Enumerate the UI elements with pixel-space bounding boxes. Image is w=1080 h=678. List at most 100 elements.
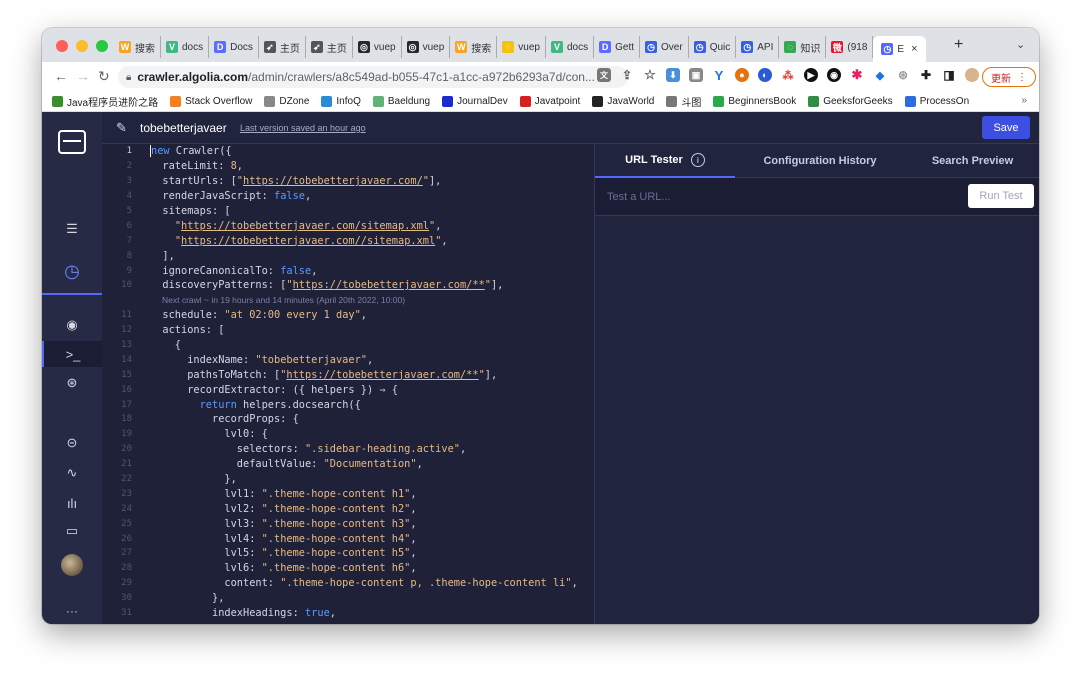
browser-tab[interactable]: 微 (918 bbox=[826, 36, 874, 58]
bookmarks-overflow-icon[interactable]: » bbox=[1021, 95, 1027, 106]
extension-j-icon[interactable]: ⊛ bbox=[896, 68, 910, 82]
active-browser-tab[interactable]: ◷ E × bbox=[873, 36, 926, 62]
browser-tab[interactable]: W 搜索 bbox=[450, 36, 498, 58]
next-crawl-hint-line: Next crawl ~ in 19 hours and 14 minutes … bbox=[102, 293, 594, 308]
extension-d-icon[interactable]: ◐ bbox=[758, 68, 772, 82]
tab-search-button[interactable]: ⌄ bbox=[1016, 38, 1025, 51]
extension-c-icon[interactable]: ● bbox=[735, 68, 749, 82]
eye-icon[interactable]: ◉ bbox=[42, 312, 102, 338]
save-button[interactable]: Save bbox=[982, 116, 1030, 139]
code-line: 8 ], bbox=[126, 249, 175, 262]
browser-tab[interactable]: ⚡ vuep bbox=[497, 36, 546, 58]
browser-tab[interactable]: Vdocs bbox=[161, 36, 210, 58]
bookmark-item[interactable]: Java程序员进阶之路 bbox=[52, 94, 158, 109]
extension-a-icon[interactable]: ⬇ bbox=[666, 68, 680, 82]
extension-g-icon[interactable]: ◉ bbox=[827, 68, 841, 82]
more-icon[interactable]: ··· bbox=[42, 598, 102, 624]
code-line: 3 startUrls: ["https://tobebetterjavaer.… bbox=[126, 175, 442, 188]
address-bar[interactable]: 🔒︎ crawler.algolia.com/admin/crawlers/a8… bbox=[118, 66, 628, 88]
browser-tab-label: Over bbox=[661, 41, 683, 53]
bookmark-label: Javatpoint bbox=[534, 96, 581, 107]
url-host: crawler.algolia.com bbox=[137, 70, 249, 84]
share-icon[interactable]: ⇪ bbox=[620, 68, 634, 82]
browser-window: W 搜索 Vdocs D Docs ➶ 主页 ➶ 主页 ◎ vuep ◎ vuep W 搜索 ⚡ vuep Vdo… bbox=[42, 28, 1039, 624]
browser-tab[interactable]: ◎ vuep bbox=[353, 36, 402, 58]
extension-f-icon[interactable]: ▶ bbox=[804, 68, 818, 82]
tab-configuration-history[interactable]: Configuration History bbox=[735, 144, 905, 178]
browser-tab[interactable]: ➶ 主页 bbox=[259, 36, 306, 58]
browser-tab[interactable]: D Gett bbox=[594, 36, 641, 58]
update-button[interactable]: 更新 ⋮ bbox=[982, 67, 1036, 87]
vue-icon: V bbox=[166, 41, 178, 53]
bookmark-label: JavaWorld bbox=[607, 96, 655, 107]
terminal-icon[interactable]: >_ bbox=[42, 341, 102, 367]
side-panel-icon[interactable]: ◨ bbox=[942, 68, 956, 82]
activity-icon[interactable]: ∿ bbox=[42, 460, 102, 486]
puzzle-icon[interactable]: ✚ bbox=[919, 68, 933, 82]
pencil-icon[interactable]: ✎ bbox=[116, 120, 127, 136]
bookmark-item[interactable]: Baeldung bbox=[372, 96, 430, 107]
bookmark-item[interactable]: BeginnersBook bbox=[713, 96, 796, 107]
extension-e-icon[interactable]: ⁂ bbox=[781, 68, 795, 82]
crawler-logo-icon[interactable] bbox=[58, 130, 86, 154]
bookmark-item[interactable]: 斗图 bbox=[666, 94, 701, 109]
url-path: /admin/crawlers/a8c549ad-b055-47c1-a1cc-… bbox=[248, 70, 595, 84]
bookmark-star-icon[interactable]: ☆ bbox=[643, 67, 657, 82]
bookmark-item[interactable]: InfoQ bbox=[321, 96, 361, 107]
tab-search-preview[interactable]: Search Preview bbox=[905, 144, 1039, 178]
code-line: 2 rateLimit: 8, bbox=[126, 160, 243, 173]
code-editor[interactable]: 1 new Crawler({ 2 rateLimit: 8, 3 startUr… bbox=[102, 144, 594, 624]
code-line: 11 schedule: "at 02:00 every 1 day", bbox=[121, 309, 367, 322]
forward-arrow-icon[interactable]: → bbox=[76, 68, 90, 84]
bookmark-item[interactable]: Stack Overflow bbox=[170, 96, 252, 107]
bar-chart-icon[interactable]: ılı bbox=[42, 490, 102, 516]
extension-h-icon[interactable]: ✱ bbox=[850, 67, 864, 82]
browser-tab[interactable]: ◷ Quic bbox=[689, 36, 737, 58]
bookmark-label: JournalDev bbox=[457, 96, 508, 107]
browser-tab[interactable]: ◎ vuep bbox=[402, 36, 451, 58]
reload-icon[interactable]: ↻ bbox=[98, 68, 110, 85]
browser-tab[interactable]: ◌ 知识 bbox=[779, 36, 827, 58]
bookmark-item[interactable]: JavaWorld bbox=[592, 96, 654, 107]
browser-tab[interactable]: D Docs bbox=[209, 36, 259, 58]
last-saved-link[interactable]: Last version saved an hour ago bbox=[240, 123, 366, 133]
new-tab-button[interactable]: + bbox=[954, 36, 963, 54]
bookmark-item[interactable]: Javatpoint bbox=[519, 96, 581, 107]
run-test-button[interactable]: Run Test bbox=[968, 184, 1034, 208]
test-url-input[interactable] bbox=[595, 178, 955, 216]
link-icon[interactable]: ⊝ bbox=[42, 430, 102, 456]
bookmark-favicon-icon bbox=[52, 96, 63, 107]
browser-tab[interactable]: W 搜索 bbox=[114, 36, 161, 58]
close-window-button[interactable] bbox=[56, 40, 68, 52]
browser-tab-label: vuep bbox=[422, 41, 445, 53]
extension-y-icon[interactable]: Y bbox=[712, 68, 726, 83]
browser-tab[interactable]: ◷ API bbox=[736, 36, 780, 58]
info-icon[interactable]: i bbox=[690, 153, 705, 167]
bookmark-item[interactable]: ProcessOn bbox=[904, 96, 969, 107]
zoom-window-button[interactable] bbox=[96, 40, 108, 52]
tab-url-tester[interactable]: URL Tester i bbox=[595, 144, 735, 178]
code-line: 1 new Crawler({ bbox=[126, 145, 232, 158]
bookmark-item[interactable]: JournalDev bbox=[442, 96, 508, 107]
folder-icon[interactable]: ▭ bbox=[42, 518, 102, 544]
back-arrow-icon[interactable]: ← bbox=[54, 68, 68, 84]
browser-tab[interactable]: Vdocs bbox=[546, 36, 595, 58]
close-tab-icon[interactable]: × bbox=[911, 43, 917, 55]
browser-tab[interactable]: ➶ 主页 bbox=[306, 36, 353, 58]
translate-icon[interactable]: 文 bbox=[597, 68, 611, 82]
bookmark-item[interactable]: GeeksforGeeks bbox=[808, 96, 893, 107]
browser-tab[interactable]: ◷ Over bbox=[640, 36, 689, 58]
extension-i-icon[interactable]: ◆ bbox=[873, 68, 887, 82]
support-icon[interactable]: ⊛ bbox=[42, 370, 102, 396]
extension-b-icon[interactable]: ▣ bbox=[689, 68, 703, 82]
clock-icon[interactable]: ◷ bbox=[42, 258, 102, 284]
search-w-icon: W bbox=[119, 41, 131, 53]
right-panel-tabs: URL Tester i Configuration History Searc… bbox=[595, 144, 1039, 178]
bookmark-item[interactable]: DZone bbox=[264, 96, 309, 107]
list-icon[interactable]: ☰ bbox=[42, 216, 102, 242]
user-avatar[interactable] bbox=[61, 554, 83, 576]
profile-avatar-icon[interactable] bbox=[965, 68, 979, 82]
minimize-window-button[interactable] bbox=[76, 40, 88, 52]
project-name[interactable]: tobebetterjavaer bbox=[140, 121, 227, 135]
code-line: 14 indexName: "tobebetterjavaer", bbox=[121, 353, 374, 366]
